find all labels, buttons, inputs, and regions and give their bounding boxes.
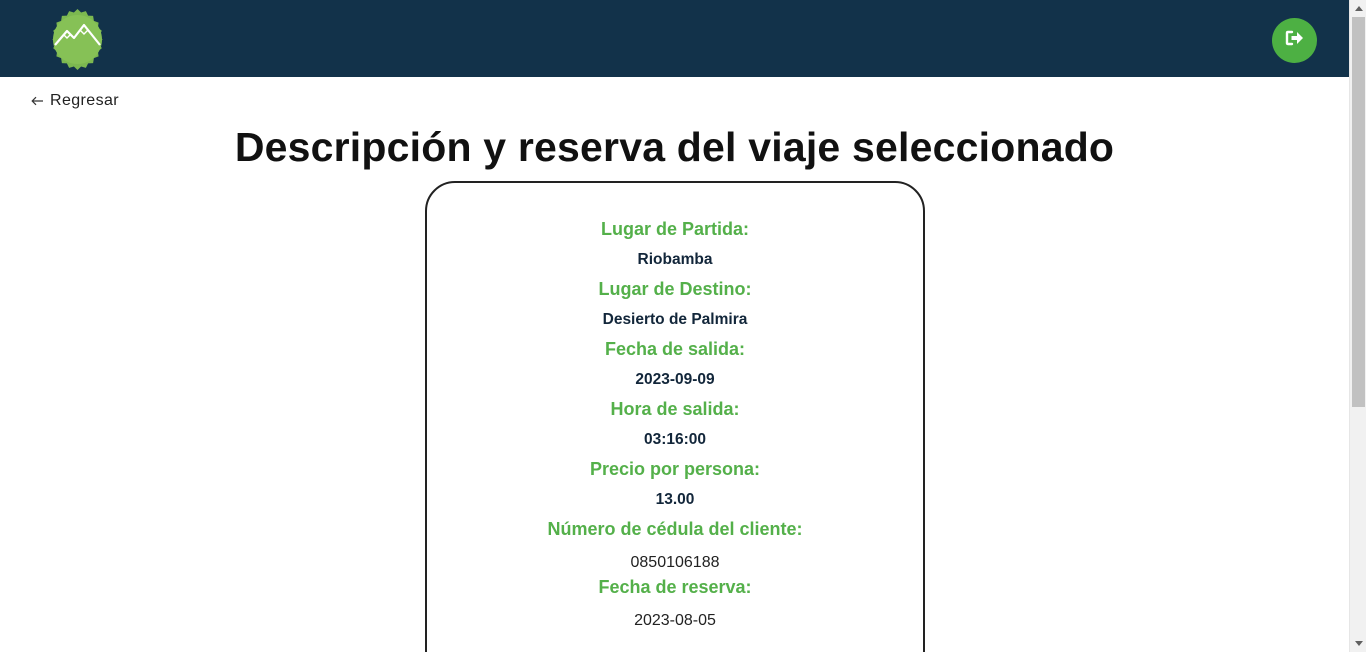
departure-label: Lugar de Partida:	[600, 219, 750, 239]
arrow-left-icon	[31, 96, 44, 106]
departure-value: Riobamba	[637, 251, 713, 268]
price-label: Precio por persona:	[589, 459, 761, 479]
scroll-down-arrow-icon[interactable]	[1350, 635, 1366, 652]
page-content: Regresar Descripción y reserva del viaje…	[0, 0, 1349, 652]
destination-label: Lugar de Destino:	[598, 279, 752, 299]
departure-date-value: 2023-09-09	[635, 371, 715, 388]
back-link-label: Regresar	[50, 92, 120, 109]
reservation-date-value: 2023-08-05	[634, 612, 716, 629]
vertical-scrollbar[interactable]	[1349, 0, 1366, 652]
top-navbar	[0, 0, 1349, 77]
client-id-value: 0850106188	[630, 554, 720, 571]
client-id-label: Número de cédula del cliente:	[547, 519, 803, 539]
sign-out-icon	[1285, 29, 1305, 52]
destination-value: Desierto de Palmira	[602, 311, 748, 328]
reservation-date-label: Fecha de reserva:	[598, 577, 752, 597]
browser-viewport: Regresar Descripción y reserva del viaje…	[0, 0, 1366, 652]
back-link[interactable]: Regresar	[31, 90, 119, 112]
departure-time-label: Hora de salida:	[610, 399, 740, 419]
scroll-up-arrow-icon[interactable]	[1350, 0, 1366, 17]
page-title: Descripción y reserva del viaje seleccio…	[234, 124, 1115, 170]
logout-button[interactable]	[1272, 18, 1317, 63]
mountain-badge-icon[interactable]	[47, 9, 108, 70]
trip-details-card: Lugar de Partida: Riobamba Lugar de Dest…	[425, 181, 925, 652]
scrollbar-thumb[interactable]	[1352, 17, 1365, 407]
departure-date-label: Fecha de salida:	[604, 339, 746, 359]
price-value: 13.00	[655, 491, 695, 508]
departure-time-value: 03:16:00	[643, 431, 707, 448]
